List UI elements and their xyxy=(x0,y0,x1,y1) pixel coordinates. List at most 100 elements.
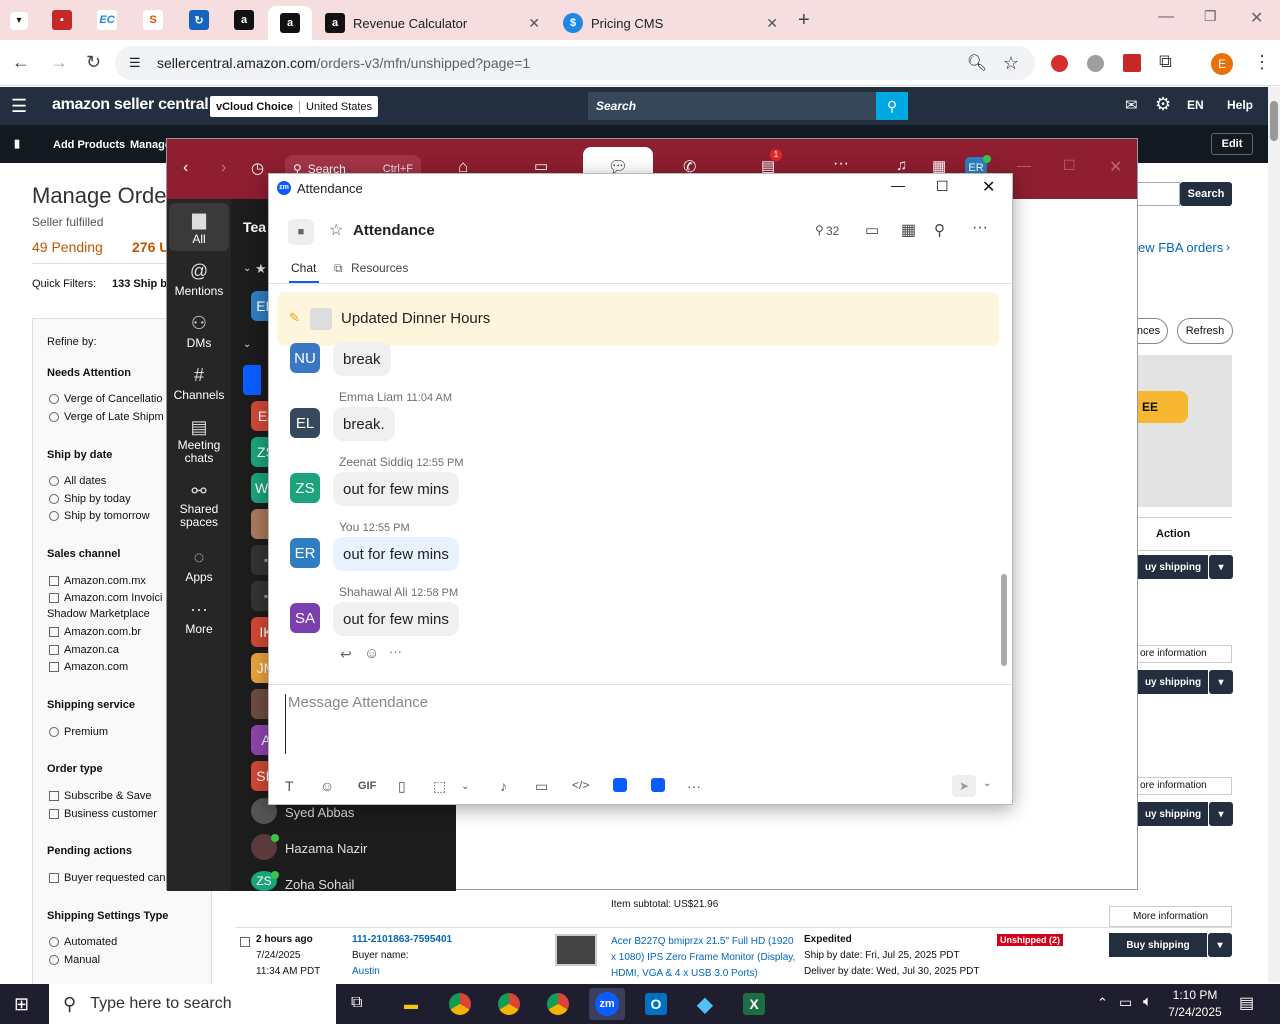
checkbox-icon[interactable] xyxy=(49,662,59,672)
emoji-react-icon[interactable]: ☺ xyxy=(364,645,379,662)
taskbar-clock[interactable]: 1:10 PM 7/24/2025 xyxy=(1168,987,1222,1021)
video-message-icon[interactable]: ▭ xyxy=(535,778,548,795)
close-window-icon[interactable]: ✕ xyxy=(1250,8,1263,28)
filter-business[interactable]: Business customer xyxy=(49,808,157,820)
unshipped-tab[interactable]: 276 U xyxy=(132,239,169,255)
video-call-icon[interactable]: ▭ xyxy=(865,221,879,239)
filter-ship-tomorrow[interactable]: Ship by tomorrow xyxy=(49,510,150,522)
app-blue-icon[interactable] xyxy=(613,778,627,792)
amazon-logo[interactable]: amazon seller central xyxy=(52,96,209,114)
contact-name[interactable]: Syed Abbas xyxy=(285,805,354,820)
excel-icon[interactable]: X xyxy=(736,988,772,1020)
app-blue-2-icon[interactable] xyxy=(651,778,665,792)
buy-shipping-button[interactable]: uy shipping xyxy=(1138,802,1208,826)
radio-icon[interactable] xyxy=(49,937,59,947)
checkbox-icon[interactable] xyxy=(49,809,59,819)
more-information-button[interactable]: ore information xyxy=(1138,645,1232,663)
reply-icon[interactable]: ↩ xyxy=(340,646,352,663)
pinned-tab-3-icon[interactable]: S xyxy=(143,10,163,30)
checkbox-icon[interactable] xyxy=(49,593,59,603)
composer-more-icon[interactable]: ··· xyxy=(687,778,701,794)
nav-apps[interactable]: ◌ Apps xyxy=(167,547,231,584)
checkbox-icon[interactable] xyxy=(49,873,59,883)
back-icon[interactable]: ← xyxy=(12,52,30,73)
product-title-link[interactable]: Acer B227Q bmiprzx 21.5" Full HD (1920 x… xyxy=(611,934,799,982)
filter-mx[interactable]: Amazon.com.mx xyxy=(49,575,146,587)
zoom-app-icon[interactable]: zm xyxy=(589,988,625,1020)
radio-icon[interactable] xyxy=(49,511,59,521)
mail-icon[interactable]: ✉ xyxy=(1125,96,1138,114)
emoji-icon[interactable]: ☺ xyxy=(320,778,334,794)
taskbar-search-box[interactable]: ⚲ Type here to search xyxy=(49,984,336,1024)
filter-verge-late[interactable]: Verge of Late Shipm xyxy=(49,411,164,423)
buy-shipping-dropdown[interactable]: ▾ xyxy=(1209,670,1233,694)
amazon-search-button[interactable]: ⚲ xyxy=(876,92,908,120)
filter-com[interactable]: Amazon.com xyxy=(49,661,128,673)
settings-gear-icon[interactable]: ⚙ xyxy=(1155,94,1171,115)
filter-ship-today[interactable]: Ship by today xyxy=(49,493,131,505)
popout-maximize-icon[interactable]: ☐ xyxy=(936,178,949,195)
tab-list-dropdown-icon[interactable]: ▾ xyxy=(10,12,28,30)
refresh-button[interactable]: Refresh xyxy=(1177,318,1233,344)
pinned-tab-2-icon[interactable]: EC xyxy=(97,10,117,30)
radio-icon[interactable] xyxy=(49,494,59,504)
message-avatar[interactable]: NU xyxy=(290,343,320,373)
buy-shipping-button[interactable]: Buy shipping xyxy=(1109,933,1207,957)
browser-menu-icon[interactable]: ⋮ xyxy=(1253,52,1271,73)
zoom-icon[interactable]: 🔍︎ xyxy=(967,53,987,73)
tab-resources[interactable]: Resources xyxy=(351,261,408,275)
page-scrollbar[interactable] xyxy=(1268,87,1280,982)
filter-subscribe[interactable]: Subscribe & Save xyxy=(49,790,151,802)
buy-shipping-dropdown[interactable]: ▾ xyxy=(1209,555,1233,579)
checkbox-icon[interactable] xyxy=(49,645,59,655)
zoom-maximize-icon[interactable]: ☐ xyxy=(1063,157,1076,174)
nav-add-products[interactable]: Add Products xyxy=(53,139,125,151)
tab-chat[interactable]: Chat xyxy=(291,261,316,275)
order-select-checkbox[interactable] xyxy=(240,937,250,947)
send-options-chevron-icon[interactable]: ⌄ xyxy=(983,778,991,789)
more-options-icon[interactable]: ··· xyxy=(972,219,988,237)
forward-icon[interactable]: › xyxy=(221,159,226,177)
promo-button[interactable]: EE xyxy=(1138,391,1188,423)
task-view-icon[interactable]: ⧉ xyxy=(351,994,362,1012)
forward-icon[interactable]: → xyxy=(50,52,68,73)
member-count[interactable]: 32 xyxy=(826,224,839,238)
text-format-icon[interactable]: T xyxy=(285,778,294,794)
collapse-chevron-icon[interactable]: ⌄ xyxy=(243,339,251,350)
chevron-down-icon[interactable]: ⌄ xyxy=(461,781,469,792)
checkbox-icon[interactable] xyxy=(49,627,59,637)
notifications-icon[interactable]: ▤ xyxy=(1239,993,1254,1013)
app-diamond-icon[interactable]: ◆ xyxy=(687,988,723,1020)
profile-avatar[interactable]: E xyxy=(1211,53,1233,75)
nav-meeting-chats[interactable]: ▤ Meeting chats xyxy=(167,417,231,465)
extension-pdf-icon[interactable] xyxy=(1123,54,1141,72)
edit-nav-button[interactable]: Edit xyxy=(1211,133,1253,155)
contact-name[interactable]: Hazama Nazir xyxy=(285,841,367,856)
more-information-button[interactable]: More information xyxy=(1109,906,1232,927)
close-tab-icon[interactable]: ✕ xyxy=(528,15,540,32)
code-snippet-icon[interactable]: </> xyxy=(572,778,589,792)
zoom-close-icon[interactable]: ✕ xyxy=(1109,157,1122,177)
radio-icon[interactable] xyxy=(49,394,59,404)
extensions-puzzle-icon[interactable]: ⧉ xyxy=(1159,51,1172,72)
site-info-icon[interactable]: ☰ xyxy=(129,55,141,71)
help-link[interactable]: Help xyxy=(1227,98,1253,112)
pinned-tab-amazon-active[interactable]: a xyxy=(268,6,312,40)
message-composer-input[interactable]: Message Attendance xyxy=(285,694,985,754)
message-avatar[interactable]: EL xyxy=(290,408,320,438)
zoom-minimize-icon[interactable]: — xyxy=(1017,157,1031,173)
popout-minimize-icon[interactable]: — xyxy=(891,177,905,193)
chrome-profile-3-icon[interactable] xyxy=(540,988,576,1020)
pinned-tab-1-icon[interactable]: ▪ xyxy=(52,10,72,30)
filter-premium[interactable]: Premium xyxy=(49,726,108,738)
new-tab-icon[interactable]: + xyxy=(798,9,810,32)
checkbox-icon[interactable] xyxy=(49,576,59,586)
channel-name[interactable]: Attendance xyxy=(353,222,435,239)
gif-icon[interactable]: GIF xyxy=(358,780,376,792)
radio-icon[interactable] xyxy=(49,476,59,486)
history-icon[interactable]: ◷ xyxy=(251,159,264,177)
reload-icon[interactable]: ↻ xyxy=(86,52,101,73)
windows-start-icon[interactable]: ⊞ xyxy=(14,994,29,1015)
filter-verge-cancellation[interactable]: Verge of Cancellatio xyxy=(49,393,162,405)
nav-more[interactable]: ··· More xyxy=(167,599,231,636)
